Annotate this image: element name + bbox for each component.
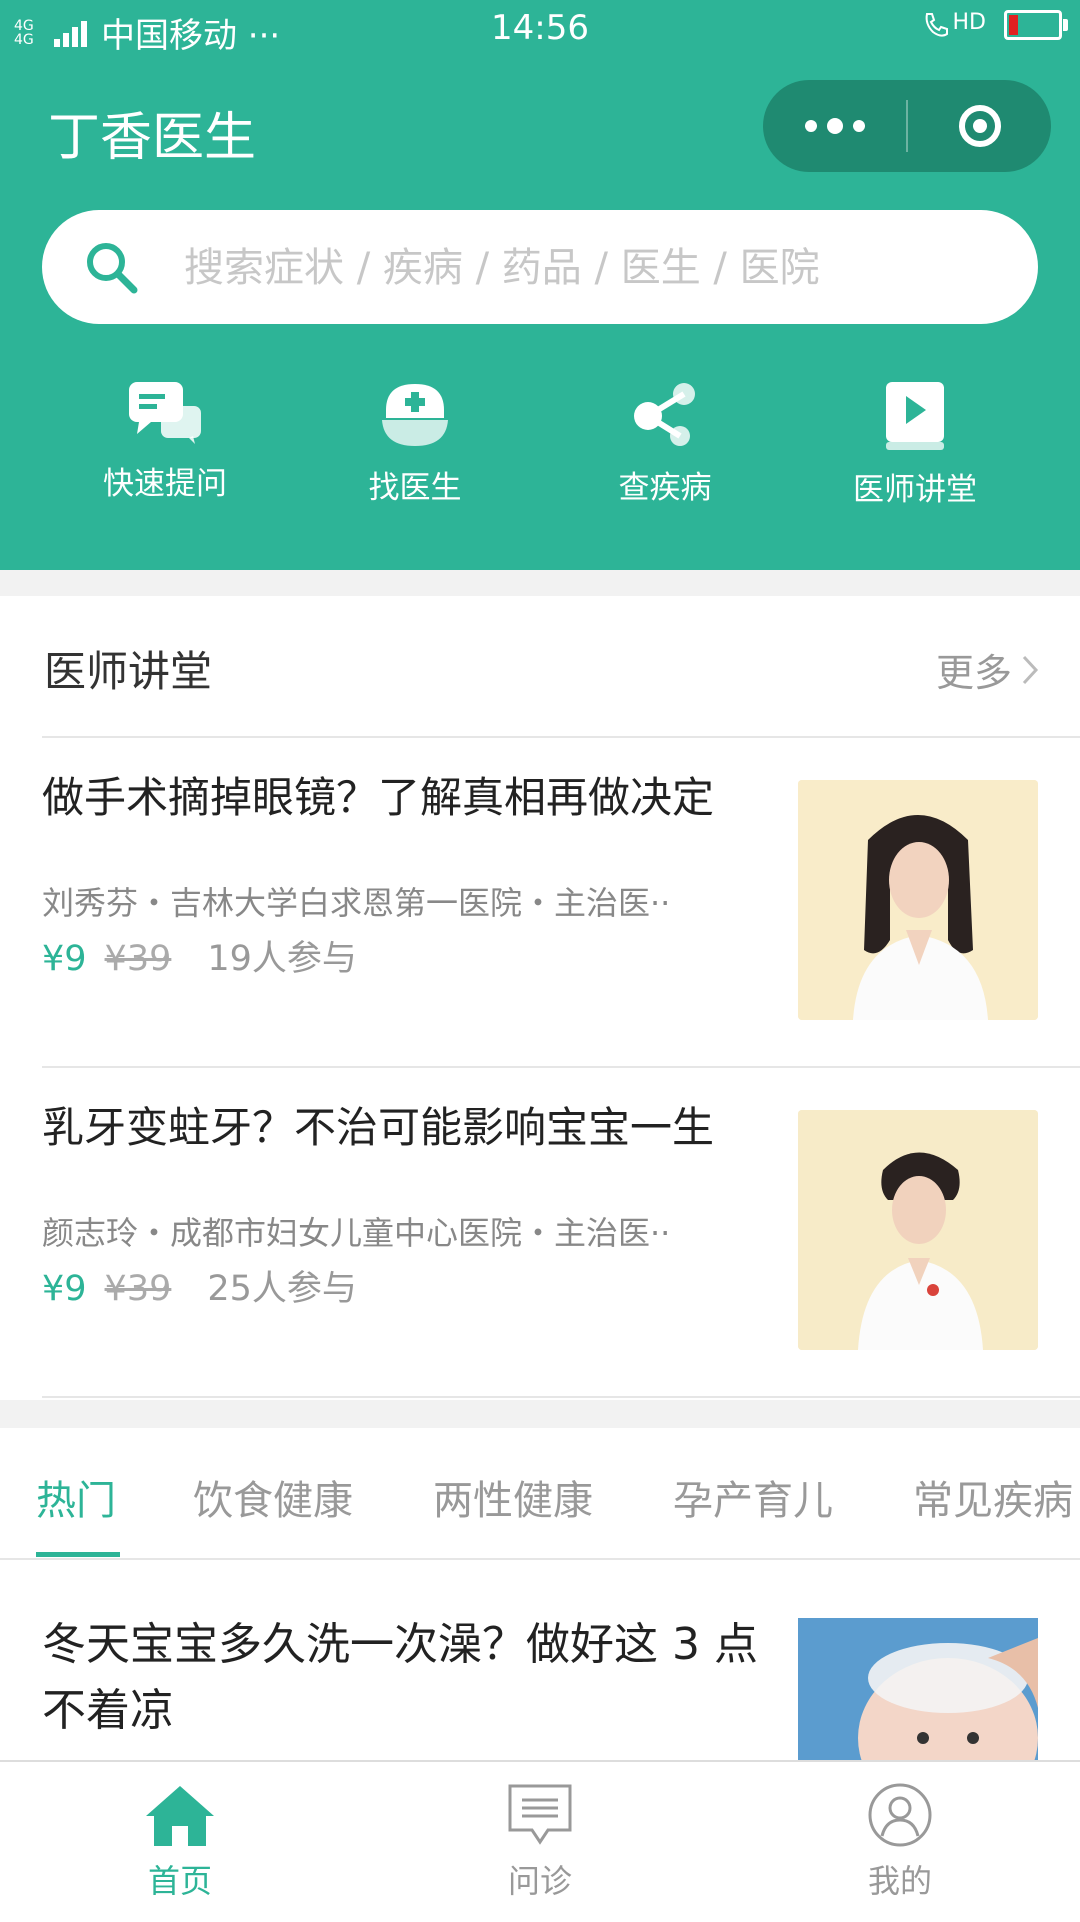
course-price-row: ¥9 ¥39 19人参与: [42, 930, 357, 981]
battery-icon: [1004, 10, 1068, 40]
tab-pregnancy-parenting[interactable]: 孕产育儿: [673, 1468, 833, 1526]
tabbar-label: 问诊: [507, 1862, 572, 1900]
hd-call-icon: HD: [921, 10, 986, 40]
doctor-photo: [798, 780, 1038, 1020]
course-card[interactable]: 做手术摘掉眼镜？了解真相再做决定 刘秀芬・吉林大学白求恩第一医院・主治医·· ¥…: [0, 738, 1080, 1066]
search-icon: [87, 243, 138, 294]
doctor-photo: [798, 1110, 1038, 1350]
tab-sexual-health[interactable]: 两性健康: [433, 1468, 593, 1526]
more-label: 更多: [935, 651, 1012, 695]
category-tabs: 热门 饮食健康 两性健康 孕产育儿 常见疾病: [0, 1428, 1080, 1560]
course-meta: 刘秀芬・吉林大学白求恩第一医院・主治医··: [42, 884, 671, 922]
tabbar-home[interactable]: 首页: [80, 1782, 280, 1902]
quick-action-lectures[interactable]: 医师讲堂: [790, 380, 1040, 509]
tab-hot[interactable]: 热门: [36, 1468, 116, 1526]
divider: [42, 1396, 1080, 1398]
miniprogram-capsule: [763, 80, 1051, 172]
app-title: 丁香医生: [48, 108, 257, 168]
more-dots-icon[interactable]: [763, 80, 906, 172]
share-nodes-icon: [634, 383, 695, 446]
course-title: 乳牙变蛀牙？不治可能影响宝宝一生: [42, 1103, 715, 1152]
bottom-tab-bar: 首页 问诊 我的: [0, 1760, 1080, 1922]
status-bar: 4G 4G 中国移动 ··· 14:56 HD: [0, 0, 1080, 60]
course-price-row: ¥9 ¥39 25人参与: [42, 1260, 357, 1311]
quick-action-label: 医师讲堂: [853, 472, 977, 508]
quick-action-label: 查疾病: [618, 470, 712, 506]
active-tab-indicator: [36, 1552, 120, 1557]
search-input[interactable]: [182, 210, 1006, 326]
search-bar[interactable]: [42, 210, 1038, 326]
tab-diet-health[interactable]: 饮食健康: [193, 1468, 353, 1526]
quick-action-find-doctor[interactable]: 找医生: [290, 380, 540, 507]
tabbar-label: 我的: [867, 1862, 932, 1900]
quick-action-label: 找医生: [368, 470, 462, 506]
course-participants: 25人参与: [207, 1269, 357, 1309]
course-title: 做手术摘掉眼镜？了解真相再做决定: [42, 773, 715, 822]
quick-action-check-disease[interactable]: 查疾病: [540, 380, 790, 507]
quick-actions: 快速提问 找医生 查疾病 医师讲堂: [0, 380, 1080, 520]
consult-message-icon: [508, 1784, 572, 1845]
home-icon: [146, 1786, 214, 1846]
section-gap: [0, 570, 1080, 596]
article-card[interactable]: 冬天宝宝多久洗一次澡？做好这 3 点不着凉: [0, 1560, 1080, 1760]
course-meta: 颜志玲・成都市妇女儿童中心医院・主治医··: [42, 1214, 671, 1252]
hd-label: HD: [952, 10, 986, 35]
tabbar-profile[interactable]: 我的: [800, 1782, 1000, 1902]
status-time: 14:56: [491, 8, 589, 48]
chevron-right-icon: [1022, 655, 1039, 684]
tab-common-diseases[interactable]: 常见疾病: [913, 1468, 1073, 1526]
course-original-price: ¥39: [104, 1269, 172, 1309]
quick-action-label: 快速提问: [103, 466, 227, 502]
article-thumbnail: [798, 1618, 1038, 1760]
course-price: ¥9: [42, 939, 87, 979]
section-title: 医师讲堂: [44, 647, 213, 696]
course-original-price: ¥39: [104, 939, 172, 979]
header-area: 4G 4G 中国移动 ··· 14:56 HD 丁香医生 搜索症状 / 疾病 /…: [0, 0, 1080, 570]
profile-icon: [868, 1783, 932, 1847]
more-link[interactable]: 更多: [936, 642, 1040, 697]
tabbar-label: 首页: [147, 1862, 212, 1900]
chat-bubbles-icon: [129, 382, 201, 444]
lecture-section-header: 医师讲堂 更多: [0, 596, 1080, 736]
course-price: ¥9: [42, 1269, 87, 1309]
course-card[interactable]: 乳牙变蛀牙？不治可能影响宝宝一生 颜志玲・成都市妇女儿童中心医院・主治医·· ¥…: [0, 1068, 1080, 1396]
target-close-icon[interactable]: [908, 80, 1051, 172]
course-participants: 19人参与: [207, 939, 357, 979]
article-title: 冬天宝宝多久洗一次澡？做好这 3 点不着凉: [42, 1619, 758, 1736]
section-gap: [0, 1400, 1080, 1428]
video-book-icon: [886, 382, 944, 450]
nurse-cap-icon: [382, 384, 448, 446]
quick-action-ask[interactable]: 快速提问: [40, 380, 290, 503]
tabbar-consult[interactable]: 问诊: [440, 1782, 640, 1902]
